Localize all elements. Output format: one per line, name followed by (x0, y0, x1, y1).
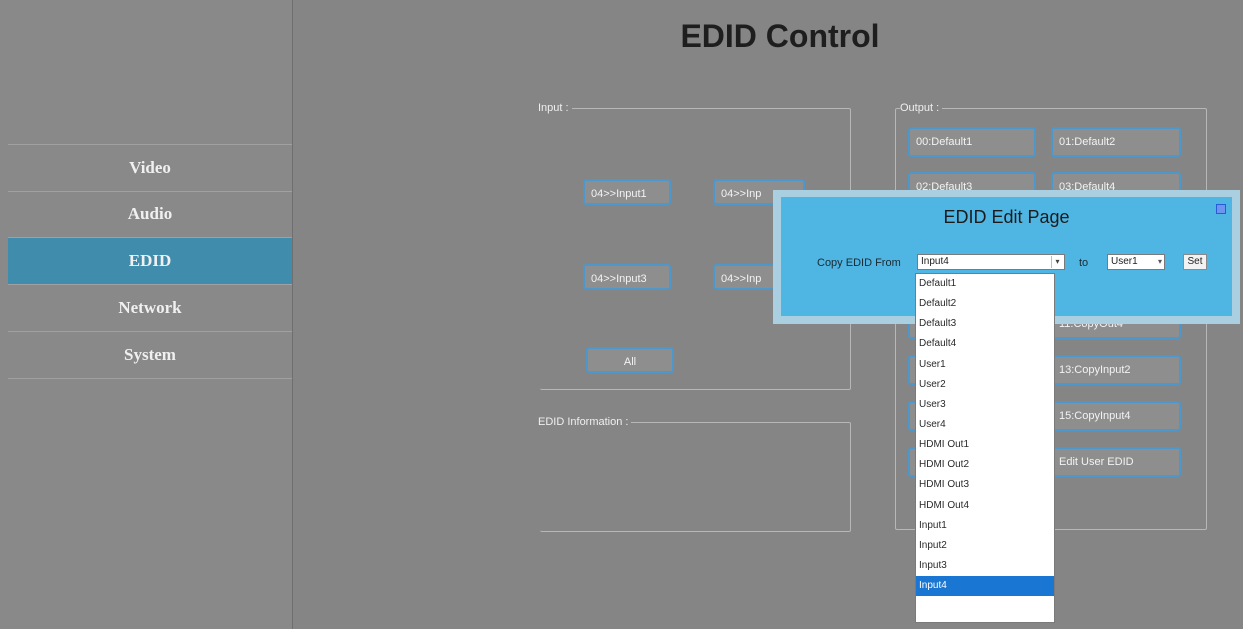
sidebar-item-audio[interactable]: Audio (8, 191, 292, 238)
sidebar-item-system[interactable]: System (8, 332, 292, 379)
output-13-button[interactable]: 13:CopyInput2 (1051, 355, 1181, 385)
destination-select[interactable]: User1 ▾ (1107, 254, 1165, 270)
dropdown-option[interactable]: Input2 (916, 536, 1054, 556)
dropdown-option[interactable]: Default2 (916, 294, 1054, 314)
input1-button[interactable]: 04>>Input1 (583, 179, 671, 205)
output-15-button[interactable]: 15:CopyInput4 (1051, 401, 1181, 431)
dropdown-option[interactable]: HDMI Out4 (916, 496, 1054, 516)
source-dropdown-list: Default1 Default2 Default3 Default4 User… (915, 273, 1055, 623)
page-title: EDID Control (680, 18, 880, 54)
destination-select-value: User1 (1111, 256, 1138, 267)
input3-button[interactable]: 04>>Input3 (583, 264, 671, 290)
dropdown-option[interactable]: User1 (916, 355, 1054, 375)
source-select[interactable]: Input4 ▾ (917, 254, 1065, 270)
dropdown-option[interactable]: Input1 (916, 516, 1054, 536)
to-label: to (1079, 257, 1089, 269)
sidebar-item-network[interactable]: Network (8, 285, 292, 332)
dialog-title: EDID Edit Page (943, 207, 1070, 227)
dropdown-option[interactable]: Input3 (916, 556, 1054, 576)
output-01-button[interactable]: 01:Default2 (1051, 127, 1181, 157)
dropdown-option[interactable]: User2 (916, 375, 1054, 395)
sidebar-item-edid[interactable]: EDID (8, 238, 292, 285)
dropdown-option[interactable]: HDMI Out1 (916, 435, 1054, 455)
all-button[interactable]: All (586, 347, 674, 373)
dropdown-option[interactable]: HDMI Out3 (916, 475, 1054, 495)
chevron-down-icon[interactable]: ▾ (1051, 256, 1063, 268)
sidebar: Video Audio EDID Network System (0, 0, 293, 629)
dropdown-option[interactable]: User3 (916, 395, 1054, 415)
output-00-button[interactable]: 00:Default1 (908, 127, 1036, 157)
dropdown-option[interactable]: Input4 (916, 576, 1054, 597)
source-select-value: Input4 (921, 256, 949, 267)
chevron-down-icon[interactable]: ▾ (1158, 256, 1162, 268)
edid-info-group: EDID Information : (538, 414, 851, 532)
set-button[interactable]: Set (1183, 254, 1207, 270)
dropdown-option[interactable]: Default3 (916, 314, 1054, 334)
sidebar-item-video[interactable]: Video (8, 144, 292, 192)
output-group-legend: Output : (900, 100, 943, 116)
dropdown-option[interactable]: HDMI Out2 (916, 455, 1054, 475)
dropdown-option[interactable]: User4 (916, 415, 1054, 435)
edid-info-legend: EDID Information : (538, 414, 632, 430)
edit-user-edid-button[interactable]: Edit User EDID (1051, 447, 1181, 477)
input-group-legend: Input : (538, 100, 572, 116)
dropdown-option[interactable]: Default1 (916, 274, 1054, 294)
copy-edid-from-label: Copy EDID From (817, 257, 901, 269)
close-icon[interactable] (1216, 204, 1226, 214)
dropdown-option[interactable]: Default4 (916, 334, 1054, 354)
